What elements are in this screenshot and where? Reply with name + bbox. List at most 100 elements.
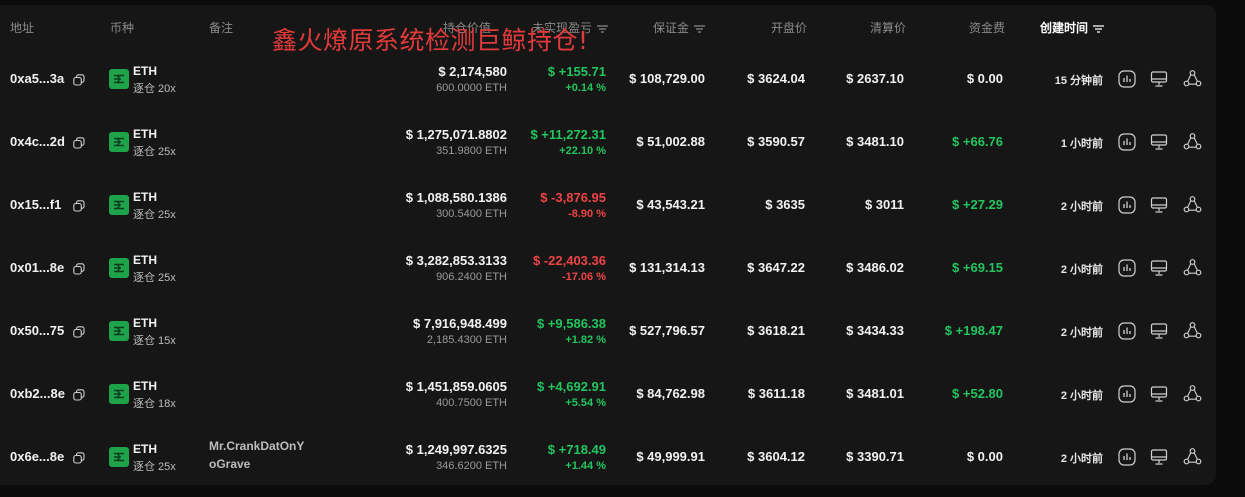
- copy-icon[interactable]: [73, 326, 85, 338]
- entry-price: $ 3604.12: [747, 449, 805, 464]
- position-amount: 351.9800 ETH: [436, 145, 507, 157]
- coin-name: ETH: [133, 64, 157, 78]
- margin-value: $ 51,002.88: [636, 134, 705, 149]
- coin-name: ETH: [133, 379, 157, 393]
- chart-icon[interactable]: [1118, 70, 1136, 88]
- share-icon[interactable]: [1183, 447, 1202, 466]
- table-row[interactable]: 0xb2...8e ETH 逐仓 18x $ 1,451,859.0605 40…: [0, 362, 1216, 425]
- eth-coin-icon: [109, 258, 129, 278]
- funding-fee: $ +27.29: [952, 197, 1003, 212]
- coin-name: ETH: [133, 127, 157, 141]
- copy-icon[interactable]: [73, 200, 85, 212]
- funding-fee: $ +66.76: [952, 134, 1003, 149]
- share-icon[interactable]: [1183, 321, 1202, 340]
- chart-icon[interactable]: [1118, 133, 1136, 151]
- table-row[interactable]: 0x15...f1 ETH 逐仓 25x $ 1,088,580.1386 30…: [0, 173, 1216, 236]
- unrealized-pnl-percent: -17.06 %: [561, 271, 606, 283]
- chart-icon[interactable]: [1118, 448, 1136, 466]
- unrealized-pnl: $ +4,692.91: [536, 379, 606, 394]
- table-row[interactable]: 0x6e...8e ETH 逐仓 25x Mr.CrankDatOnY oGrav…: [0, 425, 1216, 488]
- header-created-time-label: 创建时间: [1040, 21, 1089, 35]
- header-funding-fee[interactable]: 资金费: [969, 19, 1005, 36]
- filter-icon: [1093, 25, 1105, 33]
- liq-price: $ 3390.71: [846, 449, 904, 464]
- copy-icon[interactable]: [73, 137, 85, 149]
- share-icon[interactable]: [1183, 384, 1202, 403]
- overlay-banner-text: 鑫火燎原系统检测巨鲸持仓!: [272, 26, 589, 55]
- unrealized-pnl-percent: +1.82 %: [565, 334, 606, 346]
- note-line-2: oGrave: [209, 457, 251, 471]
- share-icon[interactable]: [1183, 195, 1202, 214]
- filter-icon: [694, 25, 706, 33]
- table-row[interactable]: 0x50...75 ETH 逐仓 15x $ 7,916,948.499 2,1…: [0, 299, 1216, 362]
- funding-fee: $ +52.80: [952, 386, 1003, 401]
- chart-icon[interactable]: [1118, 259, 1136, 277]
- share-icon[interactable]: [1183, 69, 1202, 88]
- share-icon[interactable]: [1183, 258, 1202, 277]
- header-address[interactable]: 地址: [10, 19, 34, 36]
- header-liq-price[interactable]: 清算价: [870, 19, 906, 36]
- address-text[interactable]: 0x15...f1: [10, 197, 61, 212]
- position-value: $ 1,275,071.8802: [405, 127, 507, 142]
- margin-value: $ 527,796.57: [629, 323, 705, 338]
- monitor-icon[interactable]: [1150, 196, 1168, 214]
- position-value: $ 1,249,997.6325: [405, 442, 507, 457]
- created-time: 2 小时前: [1060, 327, 1103, 339]
- chart-icon[interactable]: [1118, 322, 1136, 340]
- address-text[interactable]: 0x4c...2d: [10, 134, 65, 149]
- address-text[interactable]: 0x01...8e: [10, 260, 64, 275]
- positions-panel: 地址 币种 备注 持仓价值 未实现盈亏 保证金 开盘价 清算价 资金费 创建时间…: [0, 5, 1216, 485]
- share-icon[interactable]: [1183, 132, 1202, 151]
- chart-icon[interactable]: [1118, 385, 1136, 403]
- leverage-label: 逐仓 25x: [133, 146, 176, 158]
- position-amount: 906.2400 ETH: [436, 271, 507, 283]
- table-header: 地址 币种 备注 持仓价值 未实现盈亏 保证金 开盘价 清算价 资金费 创建时间: [0, 5, 1216, 47]
- eth-coin-icon: [109, 447, 129, 467]
- created-time: 2 小时前: [1060, 390, 1103, 402]
- funding-fee: $ 0.00: [966, 71, 1003, 86]
- margin-value: $ 43,543.21: [636, 197, 705, 212]
- liq-price: $ 3434.33: [846, 323, 904, 338]
- note-line-1: Mr.CrankDatOnY: [209, 439, 305, 453]
- address-text[interactable]: 0xa5...3a: [10, 71, 64, 86]
- monitor-icon[interactable]: [1150, 385, 1168, 403]
- unrealized-pnl-percent: +22.10 %: [559, 145, 606, 157]
- table-row[interactable]: 0xa5...3a ETH 逐仓 20x $ 2,174,580 600.000…: [0, 47, 1216, 110]
- position-value: $ 7,916,948.499: [413, 316, 507, 331]
- copy-icon[interactable]: [73, 452, 85, 464]
- position-value: $ 2,174,580: [438, 64, 507, 79]
- entry-price: $ 3611.18: [747, 386, 805, 401]
- eth-coin-icon: [109, 384, 129, 404]
- monitor-icon[interactable]: [1150, 448, 1168, 466]
- header-note[interactable]: 备注: [209, 19, 233, 36]
- table-row[interactable]: 0x4c...2d ETH 逐仓 25x $ 1,275,071.8802 35…: [0, 110, 1216, 173]
- coin-name: ETH: [133, 253, 157, 267]
- eth-coin-icon: [109, 195, 129, 215]
- table-row[interactable]: 0x01...8e ETH 逐仓 25x $ 3,282,853.3133 90…: [0, 236, 1216, 299]
- note-text: Mr.CrankDatOnY oGrave: [209, 437, 304, 473]
- unrealized-pnl: $ +155.71: [547, 64, 606, 79]
- filter-icon: [597, 25, 609, 33]
- created-time: 15 分钟前: [1054, 75, 1103, 87]
- address-text[interactable]: 0xb2...8e: [10, 386, 65, 401]
- monitor-icon[interactable]: [1150, 259, 1168, 277]
- header-created-time[interactable]: 创建时间: [1040, 19, 1105, 36]
- monitor-icon[interactable]: [1150, 133, 1168, 151]
- margin-value: $ 84,762.98: [636, 386, 705, 401]
- copy-icon[interactable]: [73, 263, 85, 275]
- copy-icon[interactable]: [73, 74, 85, 86]
- header-entry-price[interactable]: 开盘价: [771, 19, 807, 36]
- header-coin[interactable]: 币种: [110, 19, 134, 36]
- position-amount: 600.0000 ETH: [436, 82, 507, 94]
- monitor-icon[interactable]: [1150, 322, 1168, 340]
- unrealized-pnl: $ +718.49: [547, 442, 606, 457]
- header-margin[interactable]: 保证金: [653, 19, 706, 36]
- coin-name: ETH: [133, 442, 157, 456]
- monitor-icon[interactable]: [1150, 70, 1168, 88]
- address-text[interactable]: 0x50...75: [10, 323, 64, 338]
- address-text[interactable]: 0x6e...8e: [10, 449, 64, 464]
- created-time: 1 小时前: [1060, 138, 1103, 150]
- unrealized-pnl: $ +9,586.38: [536, 316, 606, 331]
- chart-icon[interactable]: [1118, 196, 1136, 214]
- copy-icon[interactable]: [73, 389, 85, 401]
